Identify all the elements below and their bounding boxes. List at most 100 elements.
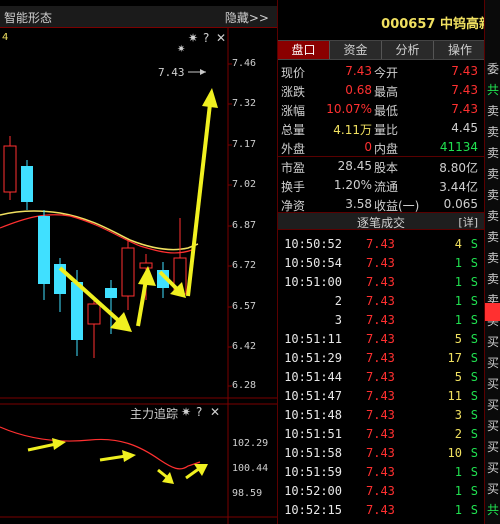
- quote-value: 7.43: [345, 64, 372, 78]
- hide-button[interactable]: 隐藏>>: [225, 9, 269, 26]
- trade-price: 7.43: [366, 484, 395, 498]
- trade-row: 10:50:54 7.43 1 S: [278, 253, 484, 272]
- trade-time: 10:51:47: [284, 389, 342, 403]
- quote-value: 8.80亿: [439, 161, 478, 175]
- trade-direction: S: [470, 446, 478, 460]
- tab-funds[interactable]: 资金: [330, 41, 382, 59]
- trade-time: 10:51:44: [284, 370, 342, 384]
- trade-volume: 1: [454, 503, 462, 517]
- quote-row: 总量 4.11万 量比 4.45: [278, 119, 484, 138]
- y-tick: 6.72: [232, 260, 257, 271]
- trade-price: 7.43: [366, 503, 395, 517]
- trade-volume: 1: [454, 313, 462, 327]
- quote-row: 涨跌 0.68 最高 7.43: [278, 81, 484, 100]
- indicator-close-icon[interactable]: ✕: [210, 405, 220, 419]
- trades-title: 逐笔成交: [356, 216, 405, 230]
- ma-red-line: [0, 214, 193, 254]
- trade-volume: 2: [454, 427, 462, 441]
- trade-volume: 17: [447, 351, 462, 365]
- quote-row: 涨幅 10.07% 最低 7.43: [278, 100, 484, 119]
- trade-direction: S: [470, 275, 478, 289]
- stock-code: 000657: [381, 17, 436, 32]
- trade-time: 10:51:00: [284, 275, 342, 289]
- indicator-settings-icon[interactable]: ✷: [181, 405, 191, 419]
- trade-price: 7.43: [366, 237, 395, 251]
- tab-analysis[interactable]: 分析: [382, 41, 434, 59]
- quote-label: 今开: [374, 66, 399, 80]
- y-tick: 6.42: [232, 341, 257, 352]
- trade-time: 10:51:48: [284, 408, 342, 422]
- trade-row: 10:51:58 7.43 10 S: [278, 443, 484, 462]
- quote-value: 7.43: [451, 83, 478, 97]
- quote-label: 市盈: [281, 161, 306, 175]
- tab-order-book[interactable]: 盘口: [278, 41, 330, 59]
- trade-price: 7.43: [366, 465, 395, 479]
- strip-label: 卖: [487, 188, 500, 202]
- strip-label: 卖: [487, 251, 500, 265]
- indicator-y-tick: 102.29: [232, 438, 269, 449]
- stock-header: 000657 中钨高新: [278, 6, 500, 34]
- trade-direction: S: [470, 313, 478, 327]
- quote-value: 0.68: [345, 83, 372, 97]
- strip-label: 买: [487, 335, 500, 349]
- trade-price: 7.43: [366, 408, 395, 422]
- trade-direction: S: [470, 370, 478, 384]
- quote-label: 总量: [281, 123, 306, 137]
- quote-value: 4.11万: [333, 123, 372, 137]
- y-tick: 7.46: [232, 58, 257, 69]
- trade-row: 10:52:15 7.43 1 S: [278, 500, 484, 519]
- trade-volume: 5: [454, 332, 462, 346]
- trade-price: 7.43: [366, 446, 395, 460]
- trade-direction: S: [470, 408, 478, 422]
- quote-value: 0: [364, 140, 372, 154]
- strip-label: 卖: [487, 125, 500, 139]
- strip-label: 买: [487, 461, 500, 475]
- trade-price: 7.43: [366, 351, 395, 365]
- quote-label: 涨跌: [281, 85, 306, 99]
- price-tag-label: 7.43: [158, 66, 185, 79]
- strip-label: 买: [487, 440, 500, 454]
- y-tick: 7.02: [232, 179, 257, 190]
- trade-price: 7.43: [366, 332, 395, 346]
- trades-detail-link[interactable]: [详]: [458, 214, 478, 230]
- trade-row: 10:51:00 7.43 1 S: [278, 272, 484, 291]
- trade-direction: S: [470, 484, 478, 498]
- indicator-help-icon[interactable]: ?: [196, 405, 202, 419]
- trade-time: 10:51:58: [284, 446, 342, 460]
- trade-direction: S: [470, 256, 478, 270]
- strip-label: 卖: [487, 209, 500, 223]
- trade-direction: S: [470, 332, 478, 346]
- quote-label: 股本: [374, 161, 399, 175]
- trade-volume: 11: [447, 389, 462, 403]
- quote-row: 外盘 0 内盘 41134: [278, 138, 484, 157]
- trade-volume: 1: [454, 484, 462, 498]
- trade-time: 10:50:52: [284, 237, 342, 251]
- quote-row: 市盈 28.45 股本 8.80亿: [278, 157, 484, 176]
- trade-price: 7.43: [366, 275, 395, 289]
- indicator-line: [0, 426, 201, 470]
- quote-value: 28.45: [337, 159, 372, 173]
- strip-label: 买: [487, 356, 500, 370]
- strip-label: 卖: [487, 272, 500, 286]
- quote-label: 换手: [281, 180, 306, 194]
- trade-time: 10:50:54: [284, 256, 342, 270]
- trade-time: 2: [334, 294, 342, 308]
- trade-row: 10:51:44 7.43 5 S: [278, 367, 484, 386]
- y-tick: 7.17: [232, 139, 257, 150]
- quote-value: 7.43: [451, 102, 478, 116]
- trade-time: 10:52:15: [284, 503, 342, 517]
- trade-volume: 1: [454, 294, 462, 308]
- trade-time: 3: [334, 313, 342, 327]
- trade-direction: S: [470, 465, 478, 479]
- trade-row: 10:52:00 7.43 1 S: [278, 481, 484, 500]
- strip-label: 共: [487, 83, 500, 97]
- order-book-strip: 委共卖卖卖卖卖卖卖卖卖卖买买买买买买买买买共: [484, 0, 500, 524]
- tab-operation[interactable]: 操作: [434, 41, 486, 59]
- trade-volume: 1: [454, 256, 462, 270]
- trade-row: 10:51:47 7.43 11 S: [278, 386, 484, 405]
- quote-value: 1.20%: [333, 178, 372, 192]
- trade-time: 10:52:00: [284, 484, 342, 498]
- strip-label: 卖: [487, 146, 500, 160]
- strip-label: 卖: [487, 167, 500, 181]
- candles: [3, 136, 187, 358]
